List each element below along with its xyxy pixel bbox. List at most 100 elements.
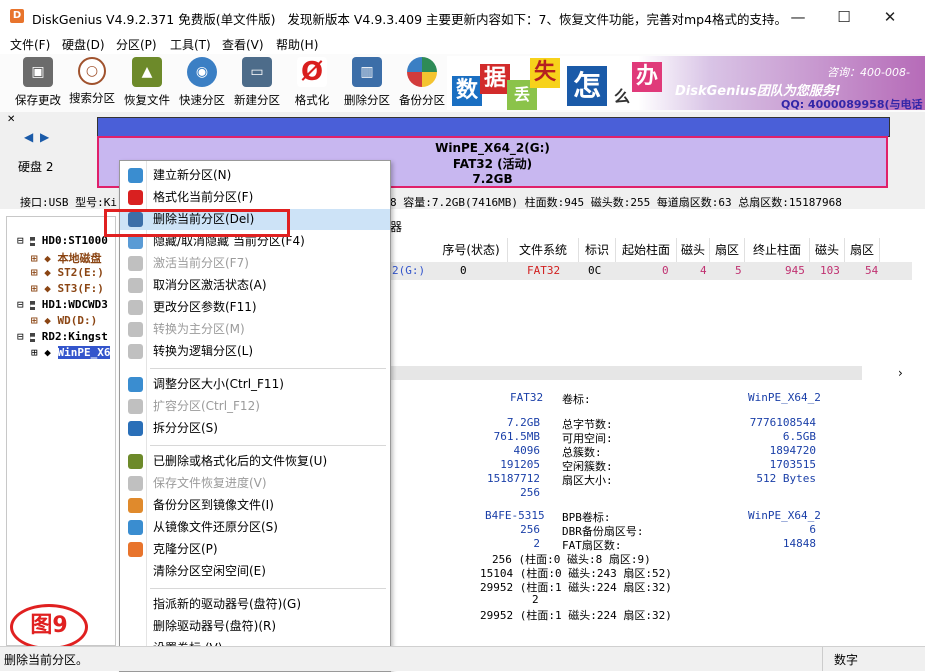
new-partition-button[interactable]: ▭ 新建分区: [229, 57, 285, 109]
tree-node-st2[interactable]: ⊞ ◆ ST2(E:): [31, 266, 104, 279]
toolbar-label: 新建分区: [234, 93, 280, 107]
toolbar-label: 搜索分区: [69, 91, 115, 105]
close-button[interactable]: ✕: [867, 0, 913, 34]
tree-node-rd2[interactable]: ⊟ ▬ RD2:Kingst: [17, 330, 108, 343]
menu-item[interactable]: 指派新的驱动器号(盘符)(G): [120, 594, 390, 615]
delete-partition-button[interactable]: ▥ 删除分区: [339, 57, 395, 109]
backup-partition-button[interactable]: 备份分区: [394, 57, 450, 109]
menu-item[interactable]: 克隆分区(P): [120, 539, 390, 560]
menu-item[interactable]: 清除分区空闲空间(E): [120, 561, 390, 582]
partition-context-menu: 建立新分区(N) 格式化当前分区(F) 删除当前分区(Del) 隐藏/取消隐藏 当前分…: [104, 160, 391, 672]
row-end-head: 103: [820, 264, 840, 277]
disk-capacity-bar: [97, 117, 890, 137]
menu-partition[interactable]: 分区(P): [116, 36, 157, 53]
minimize-button[interactable]: —: [775, 0, 821, 34]
menu-item[interactable]: 取消分区激活状态(A): [120, 275, 390, 296]
col-header-end-head[interactable]: 磁头: [810, 238, 845, 262]
to-logical-icon: [128, 344, 143, 359]
promo-banner[interactable]: 数 据 丢 失 怎 么 办 DiskGenius团队为您服务! 咨询：400-0…: [447, 56, 925, 110]
menu-bar: 文件(F) 硬盘(D) 分区(P) 工具(T) 查看(V) 帮助(H): [0, 34, 925, 54]
row-start-cyl: 0: [662, 264, 669, 277]
menu-item[interactable]: 已删除或格式化后的文件恢复(U): [120, 451, 390, 472]
row-fs: FAT32: [527, 264, 561, 277]
tree-node-hd0[interactable]: ⊟ ▬ HD0:ST1000: [17, 234, 108, 247]
menu-item-label: 扩容分区(Ctrl_F12): [153, 399, 260, 413]
format-button[interactable]: Ø 格式化: [284, 57, 340, 109]
menu-item[interactable]: 调整分区大小(Ctrl_F11): [120, 374, 390, 395]
save-icon: ▣: [23, 57, 53, 87]
partition-block-name: WinPE_X64_2(G:): [435, 141, 550, 155]
menu-item[interactable]: 建立新分区(N): [120, 165, 390, 186]
detail-serial: B4FE-5315: [485, 509, 545, 522]
menu-disk[interactable]: 硬盘(D): [62, 36, 105, 53]
toolbar-label: 保存更改: [15, 93, 61, 107]
col-header-end-sector[interactable]: 扇区: [845, 238, 880, 262]
col-header-head[interactable]: 磁头: [677, 238, 710, 262]
menu-item-label: 拆分分区(S): [153, 421, 218, 435]
menu-item[interactable]: 格式化当前分区(F): [120, 187, 390, 208]
tree-node-local-disk[interactable]: ⊞ ◆ 本地磁盘: [31, 250, 102, 266]
menu-item-label: 格式化当前分区(F): [153, 190, 254, 204]
menu-item-label: 取消分区激活状态(A): [153, 278, 267, 292]
banner-tile: 数: [452, 76, 482, 106]
col-header-fs[interactable]: 文件系统: [508, 238, 579, 262]
menu-item-label: 保存文件恢复进度(V): [153, 476, 267, 490]
app-title: DiskGenius V4.9.2.371 免费版(单文件版): [32, 12, 276, 27]
clone-icon: [128, 542, 143, 557]
tree-node-winpe[interactable]: ⊞ ◆ WinPE_X6: [31, 346, 111, 359]
detail-right-value: 7776108544: [749, 416, 816, 429]
tree-node-hd1[interactable]: ⊟ ▬ HD1:WDCWD3: [17, 298, 108, 311]
tree-node-wd[interactable]: ⊞ ◆ WD(D:): [31, 314, 97, 327]
next-disk-icon[interactable]: ▶: [40, 130, 49, 144]
detail-bpb-val: WinPE_X64_2: [748, 509, 821, 522]
recover-files-button[interactable]: ▲ 恢复文件: [119, 57, 175, 109]
col-header-start-cyl[interactable]: 起始柱面: [616, 238, 677, 262]
tree-node-st3[interactable]: ⊞ ◆ ST3(F:): [31, 282, 104, 295]
menu-item-label: 删除驱动器号(盘符)(R): [153, 619, 277, 633]
menu-item-label: 从镜像文件还原分区(S): [153, 520, 278, 534]
menu-item[interactable]: 从镜像文件还原分区(S): [120, 517, 390, 538]
menu-item[interactable]: 备份分区到镜像文件(I): [120, 495, 390, 516]
close-small-icon[interactable]: ✕: [7, 114, 15, 125]
detail-left-value: 15187712: [487, 472, 540, 485]
quick-partition-button[interactable]: ◉ 快速分区: [174, 57, 230, 109]
activate-icon: [128, 256, 143, 271]
detail-left-value: 761.5MB: [493, 430, 540, 443]
col-header-index[interactable]: 序号(状态): [435, 238, 508, 262]
figure-label: 图9: [10, 604, 88, 650]
col-header-sector[interactable]: 扇区: [710, 238, 745, 262]
prev-disk-icon[interactable]: ◀: [24, 130, 33, 144]
menu-item-label: 备份分区到镜像文件(I): [153, 498, 274, 512]
col-header-end-cyl[interactable]: 终止柱面: [745, 238, 810, 262]
menu-item[interactable]: 删除驱动器号(盘符)(R): [120, 616, 390, 637]
menu-item: 扩容分区(Ctrl_F12): [120, 396, 390, 417]
menu-separator: [150, 368, 386, 369]
toolbar-label: 快速分区: [179, 93, 225, 107]
menu-item-label: 更改分区参数(F11): [153, 300, 257, 314]
detail-right-value: 1703515: [769, 458, 816, 471]
menu-item-label: 清除分区空闲空间(E): [153, 564, 266, 578]
menu-file[interactable]: 文件(F): [10, 36, 50, 53]
scroll-right-icon[interactable]: ›: [898, 366, 903, 380]
toolbar-label: 恢复文件: [124, 93, 170, 107]
disk-info-suffix: 8 容量:7.2GB(7416MB) 柱面数:945 磁头数:255 每道扇区数…: [390, 196, 842, 209]
menu-tools[interactable]: 工具(T): [170, 36, 211, 53]
search-partition-button[interactable]: ○ 搜索分区: [64, 57, 120, 109]
detail-left-value: 191205: [500, 458, 540, 471]
window-title: DiskGenius V4.9.2.371 免费版(单文件版) 发现新版本 V4…: [32, 9, 787, 28]
menu-item-label: 调整分区大小(Ctrl_F11): [153, 377, 284, 391]
save-changes-button[interactable]: ▣ 保存更改: [10, 57, 66, 109]
menu-help[interactable]: 帮助(H): [276, 36, 318, 53]
menu-item[interactable]: 转换为逻辑分区(L): [120, 341, 390, 362]
maximize-button[interactable]: ☐: [821, 0, 867, 34]
horizontal-scrollbar[interactable]: [390, 366, 862, 380]
detail-right-value: 6.5GB: [782, 430, 816, 443]
menu-item[interactable]: 更改分区参数(F11): [120, 297, 390, 318]
magnifier-icon: ○: [78, 57, 106, 85]
tab-fragment[interactable]: 器: [390, 218, 402, 235]
menu-item[interactable]: 拆分分区(S): [120, 418, 390, 439]
update-notice[interactable]: 发现新版本 V4.9.3.409 主要更新内容如下：7、恢复文件功能，完善对mp…: [287, 12, 787, 27]
menu-view[interactable]: 查看(V): [222, 36, 264, 53]
col-header-id[interactable]: 标识: [579, 238, 616, 262]
menu-item-label: 已删除或格式化后的文件恢复(U): [153, 454, 328, 468]
